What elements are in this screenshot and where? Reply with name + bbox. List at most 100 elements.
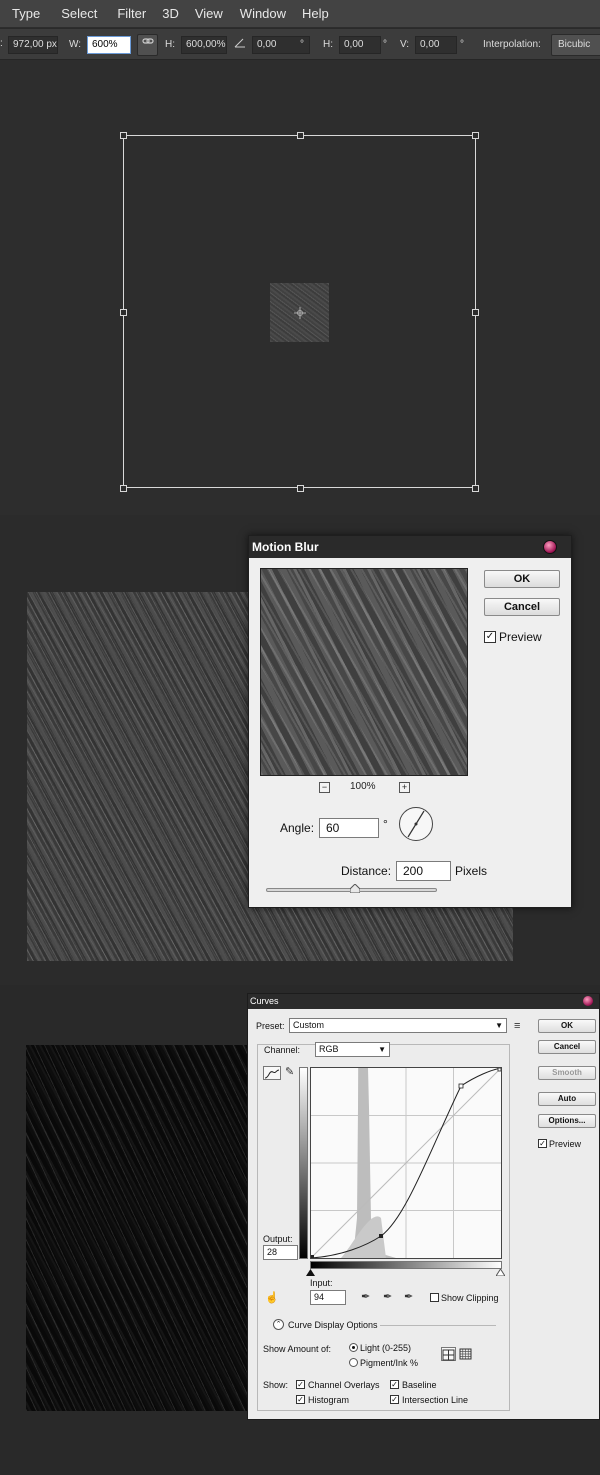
target-adjust-icon[interactable]: ☝	[265, 1293, 279, 1304]
angle-input[interactable]: 60	[319, 818, 379, 838]
light-label: Light (0-255)	[360, 1343, 412, 1353]
baseline-label: Baseline	[402, 1380, 437, 1390]
curves-section: Curves Preset: Custom ▼ ≡ OK Cancel Smoo…	[0, 985, 600, 1475]
baseline-checkbox[interactable]: ✓	[390, 1380, 399, 1389]
channel-select[interactable]: RGB ▼	[315, 1042, 390, 1057]
white-point-slider[interactable]	[496, 1269, 505, 1276]
gray-eyedropper-icon[interactable]: ✒	[383, 1292, 392, 1303]
interpolation-select[interactable]: Bicubic	[551, 34, 600, 56]
menu-3d[interactable]: 3D	[162, 6, 179, 21]
link-icon[interactable]	[137, 34, 158, 56]
auto-button[interactable]: Auto	[538, 1092, 596, 1106]
vskew-degree-unit: °	[460, 39, 464, 50]
curves-title-text: Curves	[250, 996, 279, 1006]
pigment-radio[interactable]	[349, 1358, 358, 1367]
curve-display-options-label[interactable]: Curve Display Options	[288, 1320, 378, 1330]
preset-label: Preset:	[256, 1021, 285, 1031]
menu-filter[interactable]: Filter	[117, 6, 146, 21]
histogram-checkbox[interactable]: ✓	[296, 1395, 305, 1404]
menu-view[interactable]: View	[195, 6, 223, 21]
height-field[interactable]: 600,00%	[181, 36, 227, 54]
preview-checkbox[interactable]: ✓	[538, 1139, 547, 1148]
menu-bar: Type Select Filter 3D View Window Help	[0, 0, 600, 27]
angle-degree-unit: °	[300, 39, 304, 50]
curves-graph[interactable]	[310, 1067, 502, 1259]
menu-type[interactable]: Type	[12, 6, 40, 21]
black-eyedropper-icon[interactable]: ✒	[361, 1292, 370, 1303]
close-icon[interactable]	[543, 540, 557, 554]
transform-handle-mr[interactable]	[472, 309, 479, 316]
transform-handle-br[interactable]	[472, 485, 479, 492]
channel-overlays-checkbox[interactable]: ✓	[296, 1380, 305, 1389]
angle-dial[interactable]	[399, 807, 433, 841]
divider	[380, 1325, 496, 1326]
cancel-button[interactable]: Cancel	[484, 598, 560, 616]
pigment-label: Pigment/Ink %	[360, 1358, 419, 1368]
motion-blur-dialog: Motion Blur − 100% + OK Cancel ✓ Preview…	[248, 535, 572, 908]
curves-dialog: Curves Preset: Custom ▼ ≡ OK Cancel Smoo…	[247, 993, 600, 1420]
preview-label: Preview	[499, 630, 542, 644]
preview-image[interactable]	[260, 568, 468, 776]
angle-degree-label: °	[383, 817, 388, 831]
slider-thumb[interactable]	[350, 884, 360, 893]
h-skew-field[interactable]: 0,00	[339, 36, 381, 54]
preset-options-icon[interactable]: ≡	[514, 1021, 520, 1032]
zoom-out-button[interactable]: −	[319, 782, 330, 793]
distance-input[interactable]: 200	[396, 861, 451, 881]
photoshop-transform-view: Type Select Filter 3D View Window Help :…	[0, 0, 600, 515]
transform-handle-tl[interactable]	[120, 132, 127, 139]
preset-value: Custom	[293, 1020, 325, 1030]
vskew-label: V:	[400, 39, 410, 50]
menu-help[interactable]: Help	[302, 6, 329, 21]
transform-handle-bc[interactable]	[297, 485, 304, 492]
pencil-icon[interactable]: ✎	[285, 1067, 294, 1078]
show-clipping-checkbox[interactable]	[430, 1293, 439, 1302]
h-label: H:	[165, 39, 175, 50]
x-position-field[interactable]: 972,00 px	[8, 36, 58, 54]
ok-button[interactable]: OK	[484, 570, 560, 588]
transform-handle-bl[interactable]	[120, 485, 127, 492]
light-radio[interactable]	[349, 1343, 358, 1352]
chevron-down-icon: ▼	[378, 1045, 386, 1054]
simple-grid-icon[interactable]	[441, 1347, 456, 1361]
option-colon: :	[0, 38, 3, 49]
motion-blur-section: Motion Blur − 100% + OK Cancel ✓ Preview…	[0, 515, 600, 985]
interpolation-label: Interpolation:	[483, 39, 541, 50]
zoom-level: 100%	[350, 781, 376, 792]
transform-handle-tc[interactable]	[297, 132, 304, 139]
input-input[interactable]: 94	[310, 1290, 346, 1305]
zoom-in-button[interactable]: +	[399, 782, 410, 793]
preset-select[interactable]: Custom ▼	[289, 1018, 507, 1033]
transform-handle-tr[interactable]	[472, 132, 479, 139]
menu-window[interactable]: Window	[240, 6, 286, 21]
white-eyedropper-icon[interactable]: ✒	[404, 1292, 413, 1303]
hskew-degree-unit: °	[383, 39, 387, 50]
histogram-label: Histogram	[308, 1395, 350, 1405]
smooth-button[interactable]: Smooth	[538, 1066, 596, 1080]
input-label: Input:	[310, 1278, 333, 1288]
width-field[interactable]: 600%	[87, 36, 131, 54]
close-icon[interactable]	[583, 996, 593, 1006]
curve-tool-icon[interactable]	[263, 1066, 281, 1080]
black-point-slider[interactable]	[306, 1269, 315, 1276]
output-label: Output:	[263, 1234, 293, 1244]
ok-button[interactable]: OK	[538, 1019, 596, 1033]
angle-label: Angle:	[280, 821, 315, 835]
output-input[interactable]: 28	[263, 1245, 298, 1260]
show-clipping-label: Show Clipping	[441, 1293, 499, 1303]
intersection-line-checkbox[interactable]: ✓	[390, 1395, 399, 1404]
v-skew-field[interactable]: 0,00	[415, 36, 457, 54]
curves-title: Curves	[248, 994, 599, 1009]
distance-label: Distance:	[341, 864, 392, 878]
chevron-up-icon[interactable]: ⌃	[273, 1319, 284, 1330]
reference-point-icon[interactable]	[294, 307, 306, 319]
cancel-button[interactable]: Cancel	[538, 1040, 596, 1054]
channel-value: RGB	[319, 1044, 339, 1054]
options-button[interactable]: Options...	[538, 1114, 596, 1128]
detailed-grid-icon[interactable]	[459, 1347, 474, 1361]
preview-checkbox[interactable]: ✓	[484, 631, 496, 643]
menu-select[interactable]: Select	[61, 6, 97, 21]
chevron-down-icon: ▼	[495, 1021, 503, 1030]
transform-handle-ml[interactable]	[120, 309, 127, 316]
preview-label: Preview	[549, 1139, 582, 1149]
